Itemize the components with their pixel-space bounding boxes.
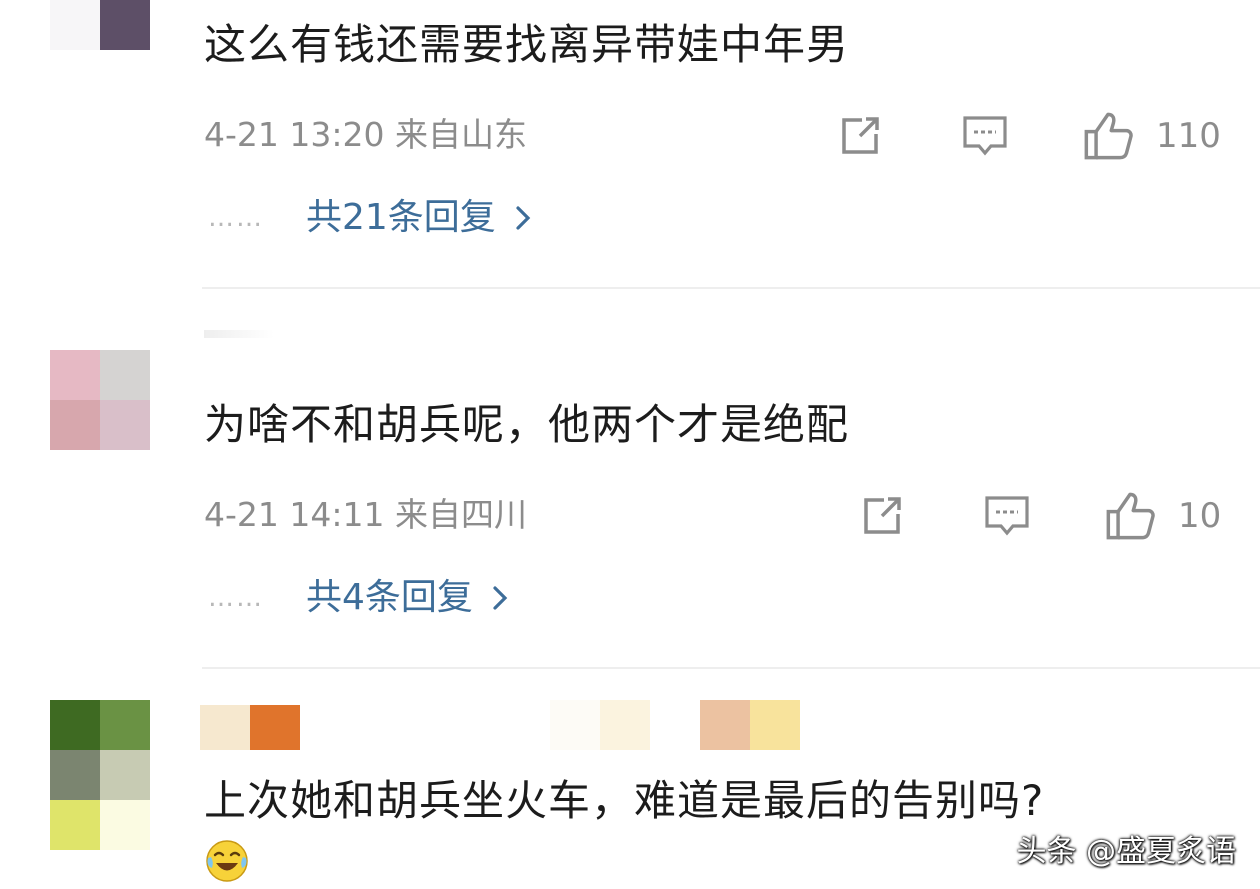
like-count: 110 <box>1156 116 1221 156</box>
comment-icon[interactable] <box>983 492 1031 540</box>
replies-label: 共4条回复 <box>306 577 473 618</box>
badge-blurred <box>550 700 650 750</box>
share-icon[interactable] <box>836 112 884 160</box>
chevron-right-icon <box>516 206 531 230</box>
watermark: 头条 @盛夏炙语 <box>1016 834 1236 869</box>
avatar[interactable] <box>50 700 150 850</box>
view-replies-link[interactable]: 共21条回复 <box>306 200 532 236</box>
username-blurred[interactable] <box>200 705 300 755</box>
username-blurred[interactable] <box>204 330 274 338</box>
comment-text: 为啥不和胡兵呢，他两个才是绝配 <box>204 400 850 449</box>
thumbs-up-icon[interactable] <box>1082 110 1134 162</box>
badge-blurred <box>700 700 800 750</box>
divider <box>202 667 1260 669</box>
share-icon[interactable] <box>858 492 906 540</box>
chevron-right-icon <box>493 586 508 610</box>
avatar[interactable] <box>50 350 150 450</box>
divider <box>202 287 1260 289</box>
thumbs-up-icon[interactable] <box>1104 490 1156 542</box>
replies-label: 共21条回复 <box>306 197 496 238</box>
comment-meta: 4-21 13:20 来自山东 <box>204 115 527 154</box>
comment-text: 这么有钱还需要找离异带娃中年男 <box>204 20 850 69</box>
laughing-crying-emoji-icon <box>206 840 248 882</box>
comment-icon[interactable] <box>961 112 1009 160</box>
view-replies-link[interactable]: 共4条回复 <box>306 580 509 616</box>
comment-meta: 4-21 14:11 来自四川 <box>204 495 527 534</box>
like-count: 10 <box>1178 496 1222 536</box>
comment-text: 上次她和胡兵坐火车，难道是最后的告别吗? <box>204 776 1045 825</box>
reply-dots: …… <box>208 583 264 613</box>
reply-dots: …… <box>208 203 264 233</box>
avatar[interactable] <box>50 0 150 50</box>
